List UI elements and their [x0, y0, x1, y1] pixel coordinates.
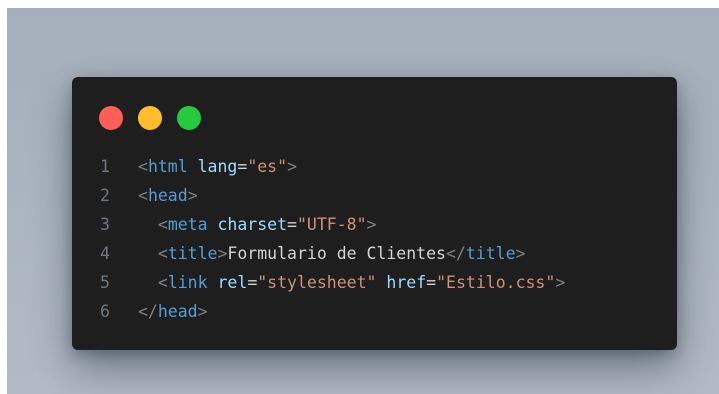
- line-number: 2: [100, 186, 110, 205]
- token-str: "stylesheet": [257, 273, 377, 292]
- token-str: "UTF-8": [296, 215, 367, 234]
- token-tag: title: [167, 244, 218, 263]
- code-line: 6 </head>: [100, 297, 565, 326]
- code-line: 3 <meta charset="UTF-8">: [100, 210, 565, 239]
- code-text: <head>: [138, 181, 198, 210]
- line-number: 5: [100, 273, 110, 292]
- token-punct: <: [138, 157, 148, 176]
- token-tag: title: [465, 244, 516, 263]
- minimize-dot-icon[interactable]: [138, 106, 162, 130]
- code-block: 1 <html lang="es"> 2 <head> 3 <meta charset=…: [100, 152, 565, 326]
- token-tag: head: [157, 302, 198, 321]
- code-text: <meta charset="UTF-8">: [138, 210, 377, 239]
- close-dot-icon[interactable]: [99, 106, 123, 130]
- token-punct: >: [515, 244, 526, 263]
- token-punct: >: [197, 302, 208, 321]
- token-punct: >: [187, 186, 198, 205]
- token-punct: <: [157, 215, 168, 234]
- line-number: 4: [100, 244, 110, 263]
- token-eq: =: [247, 273, 258, 292]
- code-text: </head>: [138, 297, 208, 326]
- token-tag: link: [167, 273, 208, 292]
- code-text: <html lang="es">: [138, 152, 297, 181]
- token-tag: head: [147, 186, 188, 205]
- token-punct: </: [138, 302, 158, 321]
- token-eq: =: [426, 273, 437, 292]
- line-number: 6: [100, 302, 110, 321]
- token-attr: lang: [197, 157, 238, 176]
- token-punct: <: [138, 186, 148, 205]
- token-tag: meta: [167, 215, 208, 234]
- token-tag: html: [147, 157, 188, 176]
- code-line: 4 <title>Formulario de Clientes</title>: [100, 239, 565, 268]
- maximize-dot-icon[interactable]: [177, 106, 201, 130]
- token-punct: </: [445, 244, 466, 263]
- line-number: 1: [100, 157, 110, 176]
- window-controls: [99, 106, 201, 130]
- token-txt: Formulario de Clientes: [227, 244, 446, 263]
- token-punct: >: [287, 157, 297, 176]
- code-text: <title>Formulario de Clientes</title>: [138, 239, 526, 268]
- token-punct: >: [555, 273, 566, 292]
- token-str: "Estilo.css": [436, 273, 556, 292]
- code-text: <link rel="stylesheet" href="Estilo.css"…: [138, 268, 565, 297]
- code-line: 5 <link rel="stylesheet" href="Estilo.cs…: [100, 268, 565, 297]
- token-punct: >: [217, 244, 228, 263]
- token-punct: <: [157, 244, 168, 263]
- token-str: "es": [247, 157, 288, 176]
- backdrop: 1 <html lang="es"> 2 <head> 3 <meta charset=…: [7, 8, 719, 394]
- token-attr: rel: [217, 273, 248, 292]
- token-attr: charset: [217, 215, 288, 234]
- token-eq: =: [287, 215, 297, 234]
- token-eq: =: [237, 157, 248, 176]
- code-window: 1 <html lang="es"> 2 <head> 3 <meta charset=…: [72, 77, 677, 350]
- code-line: 2 <head>: [100, 181, 565, 210]
- token-punct: <: [157, 273, 168, 292]
- line-number: 3: [100, 215, 110, 234]
- code-line: 1 <html lang="es">: [100, 152, 565, 181]
- token-attr: href: [386, 273, 427, 292]
- token-punct: >: [366, 215, 377, 234]
